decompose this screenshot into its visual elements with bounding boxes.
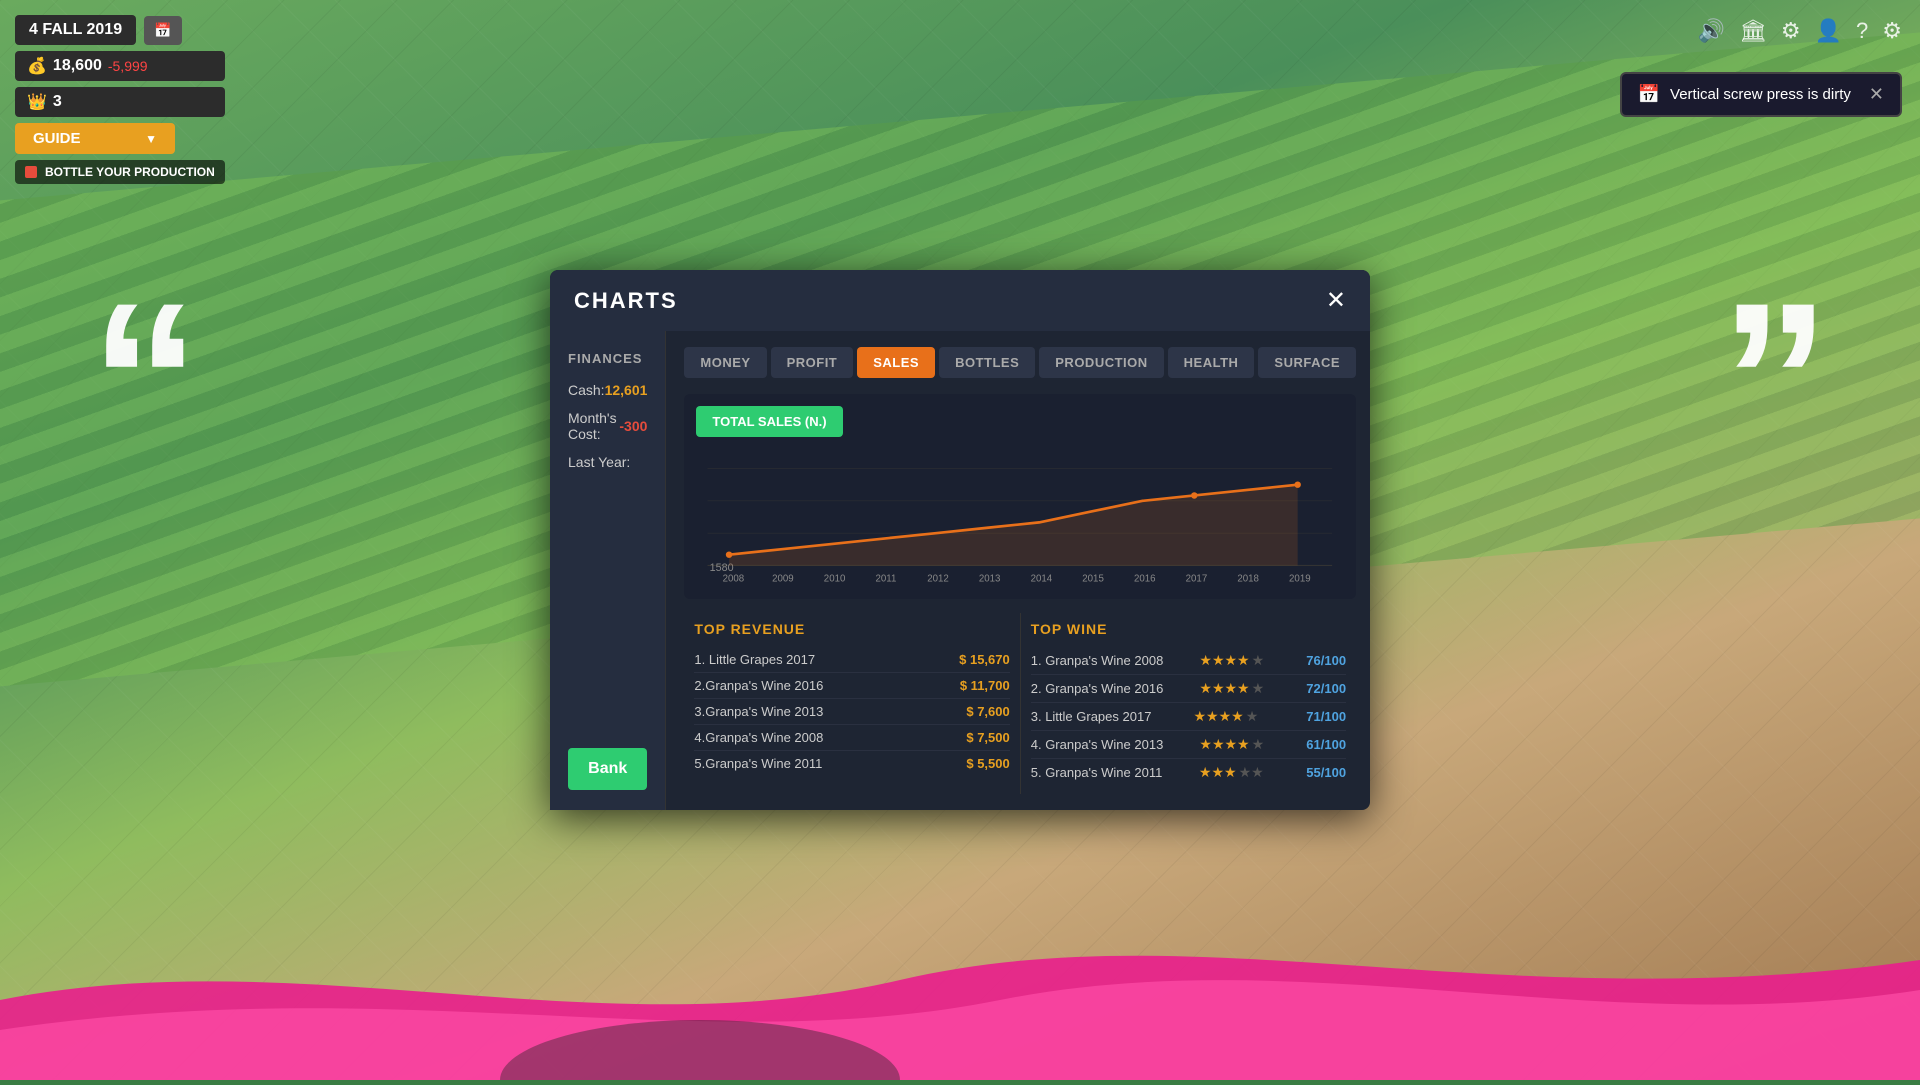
table-row: 2.Granpa's Wine 2016 $ 11,700	[694, 673, 1009, 699]
finances-panel: FINANCES Cash: 12,601 Month's Cost: -300…	[550, 331, 666, 810]
table-row: 4.Granpa's Wine 2008 $ 7,500	[694, 725, 1009, 751]
svg-text:2012: 2012	[928, 574, 950, 585]
svg-text:2010: 2010	[824, 574, 846, 585]
dialog-body: FINANCES Cash: 12,601 Month's Cost: -300…	[550, 331, 1370, 810]
table-row: 4. Granpa's Wine 2013 ★★★★★ 61/100	[1031, 731, 1346, 759]
last-year-row: Last Year:	[568, 454, 647, 470]
chart-area: TOTAL SALES (N.) 1580	[684, 394, 1356, 599]
charts-dialog: CHARTS ✕ FINANCES Cash: 12,601 Month's C…	[550, 270, 1370, 810]
tab-sales[interactable]: SALES	[857, 347, 935, 378]
months-cost-label: Month's Cost:	[568, 410, 619, 442]
cash-label: Cash:	[568, 382, 605, 398]
tab-bottles[interactable]: BOTTLES	[939, 347, 1035, 378]
table-row: 3. Little Grapes 2017 ★★★★★ 71/100	[1031, 703, 1346, 731]
cash-value: 12,601	[605, 382, 648, 398]
chart-selector-button[interactable]: TOTAL SALES (N.)	[696, 406, 842, 437]
svg-text:2008: 2008	[723, 574, 745, 585]
tab-money[interactable]: MONEY	[684, 347, 766, 378]
table-row: 1. Granpa's Wine 2008 ★★★★★ 76/100	[1031, 647, 1346, 675]
table-row: 2. Granpa's Wine 2016 ★★★★★ 72/100	[1031, 675, 1346, 703]
tables-row: TOP REVENUE 1. Little Grapes 2017 $ 15,6…	[684, 613, 1356, 794]
chart-svg: 1580 2008 2009 2010	[696, 447, 1344, 587]
tab-health[interactable]: HEALTH	[1168, 347, 1255, 378]
top-wine-title: TOP WINE	[1031, 621, 1346, 637]
months-cost-value: -300	[619, 418, 647, 434]
top-revenue-title: TOP REVENUE	[694, 621, 1009, 637]
charts-panel: MONEY PROFIT SALES BOTTLES PRODUCTION HE…	[666, 331, 1374, 810]
top-revenue-section: TOP REVENUE 1. Little Grapes 2017 $ 15,6…	[684, 613, 1020, 794]
dialog-title: CHARTS	[574, 288, 678, 314]
svg-text:2009: 2009	[773, 574, 795, 585]
tab-production[interactable]: PRODUCTION	[1039, 347, 1163, 378]
svg-text:2011: 2011	[876, 574, 897, 585]
table-row: 1. Little Grapes 2017 $ 15,670	[694, 647, 1009, 673]
cash-row: Cash: 12,601	[568, 382, 647, 398]
bank-button[interactable]: Bank	[568, 748, 647, 790]
dialog-header: CHARTS ✕	[550, 270, 1370, 331]
table-row: 3.Granpa's Wine 2013 $ 7,600	[694, 699, 1009, 725]
last-year-label: Last Year:	[568, 454, 630, 470]
top-wine-section: TOP WINE 1. Granpa's Wine 2008 ★★★★★ 76/…	[1021, 613, 1356, 794]
tab-profit[interactable]: PROFIT	[771, 347, 854, 378]
svg-text:2013: 2013	[979, 574, 1001, 585]
finances-title: FINANCES	[568, 351, 647, 366]
svg-text:2015: 2015	[1083, 574, 1105, 585]
months-cost-row: Month's Cost: -300	[568, 410, 647, 442]
tab-surface[interactable]: SURFACE	[1258, 347, 1356, 378]
table-row: 5.Granpa's Wine 2011 $ 5,500	[694, 751, 1009, 776]
svg-text:2016: 2016	[1134, 574, 1156, 585]
svg-text:2017: 2017	[1186, 574, 1208, 585]
svg-text:2014: 2014	[1031, 574, 1053, 585]
table-row: 5. Granpa's Wine 2011 ★★★★★ 55/100	[1031, 759, 1346, 786]
dialog-close-button[interactable]: ✕	[1326, 286, 1346, 315]
dialog-overlay: CHARTS ✕ FINANCES Cash: 12,601 Month's C…	[0, 0, 1920, 1080]
svg-text:2018: 2018	[1238, 574, 1260, 585]
svg-text:2019: 2019	[1289, 574, 1311, 585]
tab-bar: MONEY PROFIT SALES BOTTLES PRODUCTION HE…	[684, 347, 1356, 378]
